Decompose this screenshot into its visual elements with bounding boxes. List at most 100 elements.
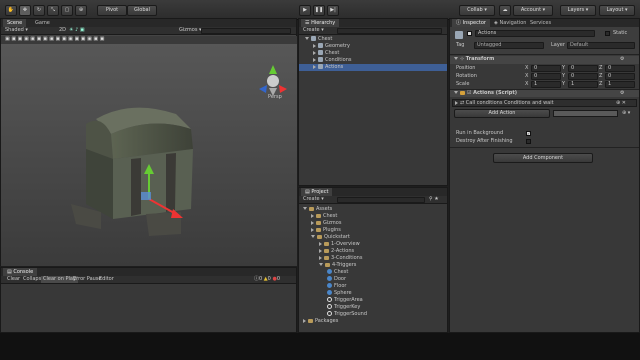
project-search-input[interactable]	[337, 197, 425, 203]
plane-handle[interactable]	[141, 192, 151, 200]
project-item[interactable]: Sphere	[299, 290, 447, 297]
collapsed-arrow-icon[interactable]	[313, 64, 316, 69]
layer-dropdown[interactable]: Default	[567, 42, 635, 49]
project-item[interactable]: Gizmos	[299, 220, 447, 227]
hierarchy-item[interactable]: Actions	[299, 64, 447, 71]
transform-x-field[interactable]: 0	[531, 65, 561, 72]
transform-tool-button[interactable]: ⊕	[75, 5, 87, 16]
transform-x-field[interactable]: 1	[531, 81, 561, 88]
project-item[interactable]: Chest	[299, 213, 447, 220]
expanded-arrow-icon[interactable]	[319, 263, 323, 266]
collapsed-arrow-icon[interactable]	[311, 220, 314, 225]
project-item[interactable]: Chest	[299, 269, 447, 276]
project-item[interactable]: Door	[299, 276, 447, 283]
rect-tool-button[interactable]: ▢	[61, 5, 73, 16]
tab-console[interactable]: ▤ Console	[3, 268, 38, 276]
hand-tool-button[interactable]: ✋	[5, 5, 17, 16]
tab-game[interactable]: Game	[31, 19, 54, 27]
tab-scene[interactable]: Scene	[3, 19, 27, 27]
scene-viewport[interactable]	[1, 44, 297, 266]
pause-button[interactable]: ❚❚	[313, 5, 325, 16]
object-name-field[interactable]: Actions	[475, 30, 595, 37]
project-item[interactable]: 4-Triggers	[299, 262, 447, 269]
step-button[interactable]: ▶|	[327, 5, 339, 16]
hierarchy-create-dropdown[interactable]: Create ▾	[303, 27, 324, 34]
project-filter-icons[interactable]: ⚲ ★	[429, 196, 439, 203]
transform-settings-icon[interactable]: ⚙	[620, 56, 624, 63]
collapsed-arrow-icon[interactable]	[313, 57, 316, 62]
persp-label[interactable]: Persp	[268, 94, 282, 101]
play-button[interactable]: ▶	[299, 5, 311, 16]
actions-settings-icon[interactable]: ⚙	[620, 90, 624, 97]
tab-inspector[interactable]: ⓘ Inspector	[452, 19, 490, 27]
project-item[interactable]: Assets	[299, 206, 447, 213]
transform-y-field[interactable]: 0	[568, 65, 598, 72]
hierarchy-item[interactable]: Conditions	[299, 57, 447, 64]
tag-dropdown[interactable]: Untagged	[474, 42, 544, 49]
action-drop-field[interactable]	[553, 110, 618, 117]
transform-header[interactable]: ⊹ Transform ⚙	[450, 56, 639, 64]
project-item[interactable]: 1-Overview	[299, 241, 447, 248]
project-item[interactable]: Packages	[299, 318, 447, 325]
project-item[interactable]: 2-Actions	[299, 248, 447, 255]
console-button[interactable]: Editor	[97, 276, 116, 283]
rotate-tool-button[interactable]: ↻	[33, 5, 45, 16]
collapsed-arrow-icon[interactable]	[313, 50, 316, 55]
project-item[interactable]: TriggerSound	[299, 311, 447, 318]
tab-hierarchy[interactable]: ☰ Hierarchy	[301, 19, 340, 27]
project-create-dropdown[interactable]: Create ▾	[303, 196, 324, 203]
global-toggle[interactable]: Global	[127, 5, 157, 16]
expanded-arrow-icon[interactable]	[305, 37, 309, 40]
add-action-button[interactable]: Add Action	[454, 109, 550, 118]
scale-tool-button[interactable]: ⤡	[47, 5, 59, 16]
active-checkbox[interactable]	[467, 31, 472, 36]
pivot-toggle[interactable]: Pivot	[97, 5, 127, 16]
hierarchy-item[interactable]: Chest	[299, 36, 447, 43]
static-checkbox[interactable]	[605, 31, 610, 36]
transform-y-field[interactable]: 0	[568, 73, 598, 80]
transform-y-field[interactable]: 1	[568, 81, 598, 88]
shading-dropdown[interactable]: Shaded ▾	[5, 27, 28, 34]
project-item[interactable]: Quickstart	[299, 234, 447, 241]
tab-services[interactable]: Services	[526, 19, 555, 27]
actions-enabled-checkbox[interactable]: ☑	[467, 90, 471, 96]
hierarchy-item[interactable]: Chest	[299, 50, 447, 57]
collapsed-arrow-icon[interactable]	[311, 227, 314, 232]
lighting-toggle[interactable]: ☀ ♪ ▣	[69, 27, 85, 34]
actions-script-header[interactable]: ☑ Actions (Script) ⚙	[450, 89, 639, 97]
collapsed-arrow-icon[interactable]	[303, 318, 306, 323]
transform-z-field[interactable]: 0	[605, 73, 635, 80]
run-in-background-checkbox[interactable]: ✓	[526, 131, 531, 136]
account-dropdown[interactable]: Account ▾	[513, 5, 553, 16]
project-item[interactable]: Floor	[299, 283, 447, 290]
transform-z-field[interactable]: 1	[605, 81, 635, 88]
move-tool-button[interactable]: ✥	[19, 5, 31, 16]
hierarchy-item[interactable]: Geometry	[299, 43, 447, 50]
hierarchy-search-input[interactable]	[337, 28, 442, 34]
gizmos-dropdown[interactable]: Gizmos ▾	[179, 27, 202, 34]
destroy-after-checkbox[interactable]	[526, 139, 531, 144]
add-component-button[interactable]: Add Component	[493, 153, 593, 163]
project-item[interactable]: 3-Conditions	[299, 255, 447, 262]
collab-dropdown[interactable]: Collab ▾	[459, 5, 495, 16]
action-item-controls[interactable]: ⊕ ✕	[616, 100, 626, 107]
collapsed-arrow-icon[interactable]	[311, 213, 314, 218]
scene-search-input[interactable]	[201, 28, 291, 34]
transform-z-field[interactable]: 0	[605, 65, 635, 72]
mode-2d-toggle[interactable]: 2D	[59, 27, 66, 34]
cloud-button[interactable]: ☁	[499, 5, 511, 16]
transform-x-field[interactable]: 0	[531, 73, 561, 80]
tab-navigation[interactable]: ◈ Navigation	[490, 19, 530, 27]
custom-tools-icons[interactable]: ▣ ▣ ▣ ▣ ▣ ▣ ▣ ▣ ▣ ▣ ▣ ▣ ▣ ▣ ▣ ▣	[5, 36, 104, 43]
console-button[interactable]: Clear	[5, 276, 22, 283]
action-field-controls[interactable]: ⊕ ▾	[622, 110, 630, 117]
action-list-item[interactable]: ⇄ Call conditions Conditions and wait ⊕ …	[452, 99, 637, 107]
expanded-arrow-icon[interactable]	[303, 207, 307, 210]
collapsed-arrow-icon[interactable]	[319, 241, 322, 246]
collapsed-arrow-icon[interactable]	[313, 43, 316, 48]
tab-project[interactable]: ▤ Project	[301, 188, 333, 196]
project-item[interactable]: TriggerKey	[299, 304, 447, 311]
collapsed-arrow-icon[interactable]	[319, 248, 322, 253]
expanded-arrow-icon[interactable]	[311, 235, 315, 238]
project-item[interactable]: TriggerArea	[299, 297, 447, 304]
